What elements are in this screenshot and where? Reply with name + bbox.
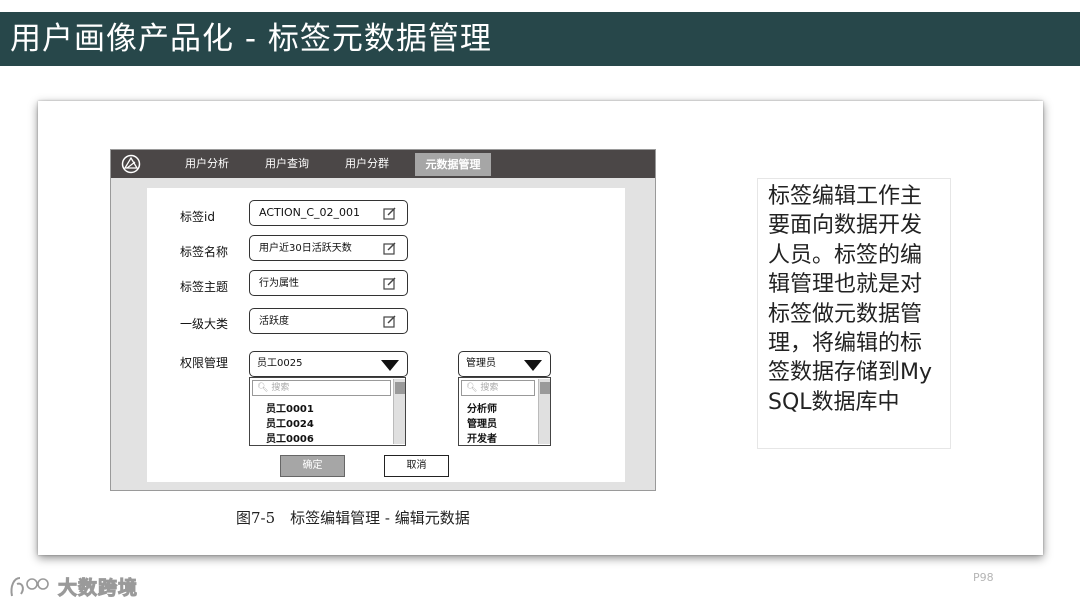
edit-icon[interactable] [383,206,397,220]
tag-topic-field[interactable]: 行为属性 [249,270,408,296]
label-tag-topic: 标签主题 [180,280,229,294]
edit-icon[interactable] [383,314,397,328]
employee-search-input[interactable]: 🔍︎ 搜索 [252,380,391,396]
watermark-logo-icon [10,577,49,597]
app-logo-icon [121,154,141,174]
list-item[interactable]: 员工0024 [266,415,314,430]
dropdown-arrow-icon[interactable] [524,360,542,371]
list-item[interactable]: 管理员 [467,415,497,430]
role-select[interactable]: 管理员 [458,351,551,377]
description-text-box: 标签编辑工作主要面向数据开发人员。标签的编辑管理也就是对标签做元数据管理，将编辑… [757,178,951,449]
metadata-edit-panel: 标签id ACTION_C_02_001 标签名称 用户近30日活跃天数 标签主… [147,188,625,482]
role-scrollbar[interactable] [538,379,550,444]
dropdown-arrow-icon[interactable] [381,360,399,371]
employee-scrollbar[interactable] [393,379,405,444]
slide-title: 用户画像产品化 - 标签元数据管理 [0,12,1080,66]
search-icon: 🔍︎ [257,383,269,393]
page-number: P98 [973,571,994,584]
label-permission: 权限管理 [180,356,229,370]
primary-category-field[interactable]: 活跃度 [249,308,408,334]
tag-topic-value: 行为属性 [259,278,299,289]
tag-name-field[interactable]: 用户近30日活跃天数 [249,235,408,261]
employee-search-placeholder: 搜索 [271,383,290,393]
tab-user-query[interactable]: 用户查询 [255,150,319,178]
figure-caption: 图7-5 标签编辑管理 - 编辑元数据 [236,509,470,527]
label-primary-category: 一级大类 [180,317,229,331]
tag-id-field[interactable]: ACTION_C_02_001 [249,200,408,226]
mock-nav-bar: 用户分析 用户查询 用户分群 元数据管理 [111,150,655,178]
list-item[interactable]: 员工0006 [266,430,314,445]
employee-select-value: 员工0025 [257,358,303,369]
primary-category-value: 活跃度 [259,316,289,327]
employee-dropdown-list: 🔍︎ 搜索 员工0001 员工0024 员工0006 [249,377,406,446]
employee-select[interactable]: 员工0025 [249,351,408,377]
role-search-input[interactable]: 🔍︎ 搜索 [461,380,535,396]
tab-user-analysis[interactable]: 用户分析 [175,150,239,178]
list-item[interactable]: 分析师 [467,400,497,415]
list-item[interactable]: 开发者 [467,430,497,445]
role-search-placeholder: 搜索 [480,383,499,393]
scrollbar-thumb[interactable] [540,382,550,394]
scrollbar-thumb[interactable] [395,382,405,394]
edit-icon[interactable] [383,241,397,255]
label-tag-id: 标签id [180,210,215,224]
tag-name-value: 用户近30日活跃天数 [259,243,352,254]
confirm-button[interactable]: 确定 [280,455,345,477]
list-item[interactable]: 员工0001 [266,400,314,415]
watermark-text: 大数跨境 [57,577,139,600]
tab-metadata-management[interactable]: 元数据管理 [415,153,491,176]
role-dropdown-list: 🔍︎ 搜索 分析师 管理员 开发者 [458,377,551,446]
role-select-value: 管理员 [466,358,496,369]
tag-id-value: ACTION_C_02_001 [259,206,361,219]
cancel-button[interactable]: 取消 [384,455,449,477]
edit-icon[interactable] [383,276,397,290]
label-tag-name: 标签名称 [180,245,229,259]
tab-user-segment[interactable]: 用户分群 [335,150,399,178]
ui-mockup: 用户分析 用户查询 用户分群 元数据管理 标签id ACTION_C_02_00… [110,149,656,491]
search-icon: 🔍︎ [466,383,478,393]
